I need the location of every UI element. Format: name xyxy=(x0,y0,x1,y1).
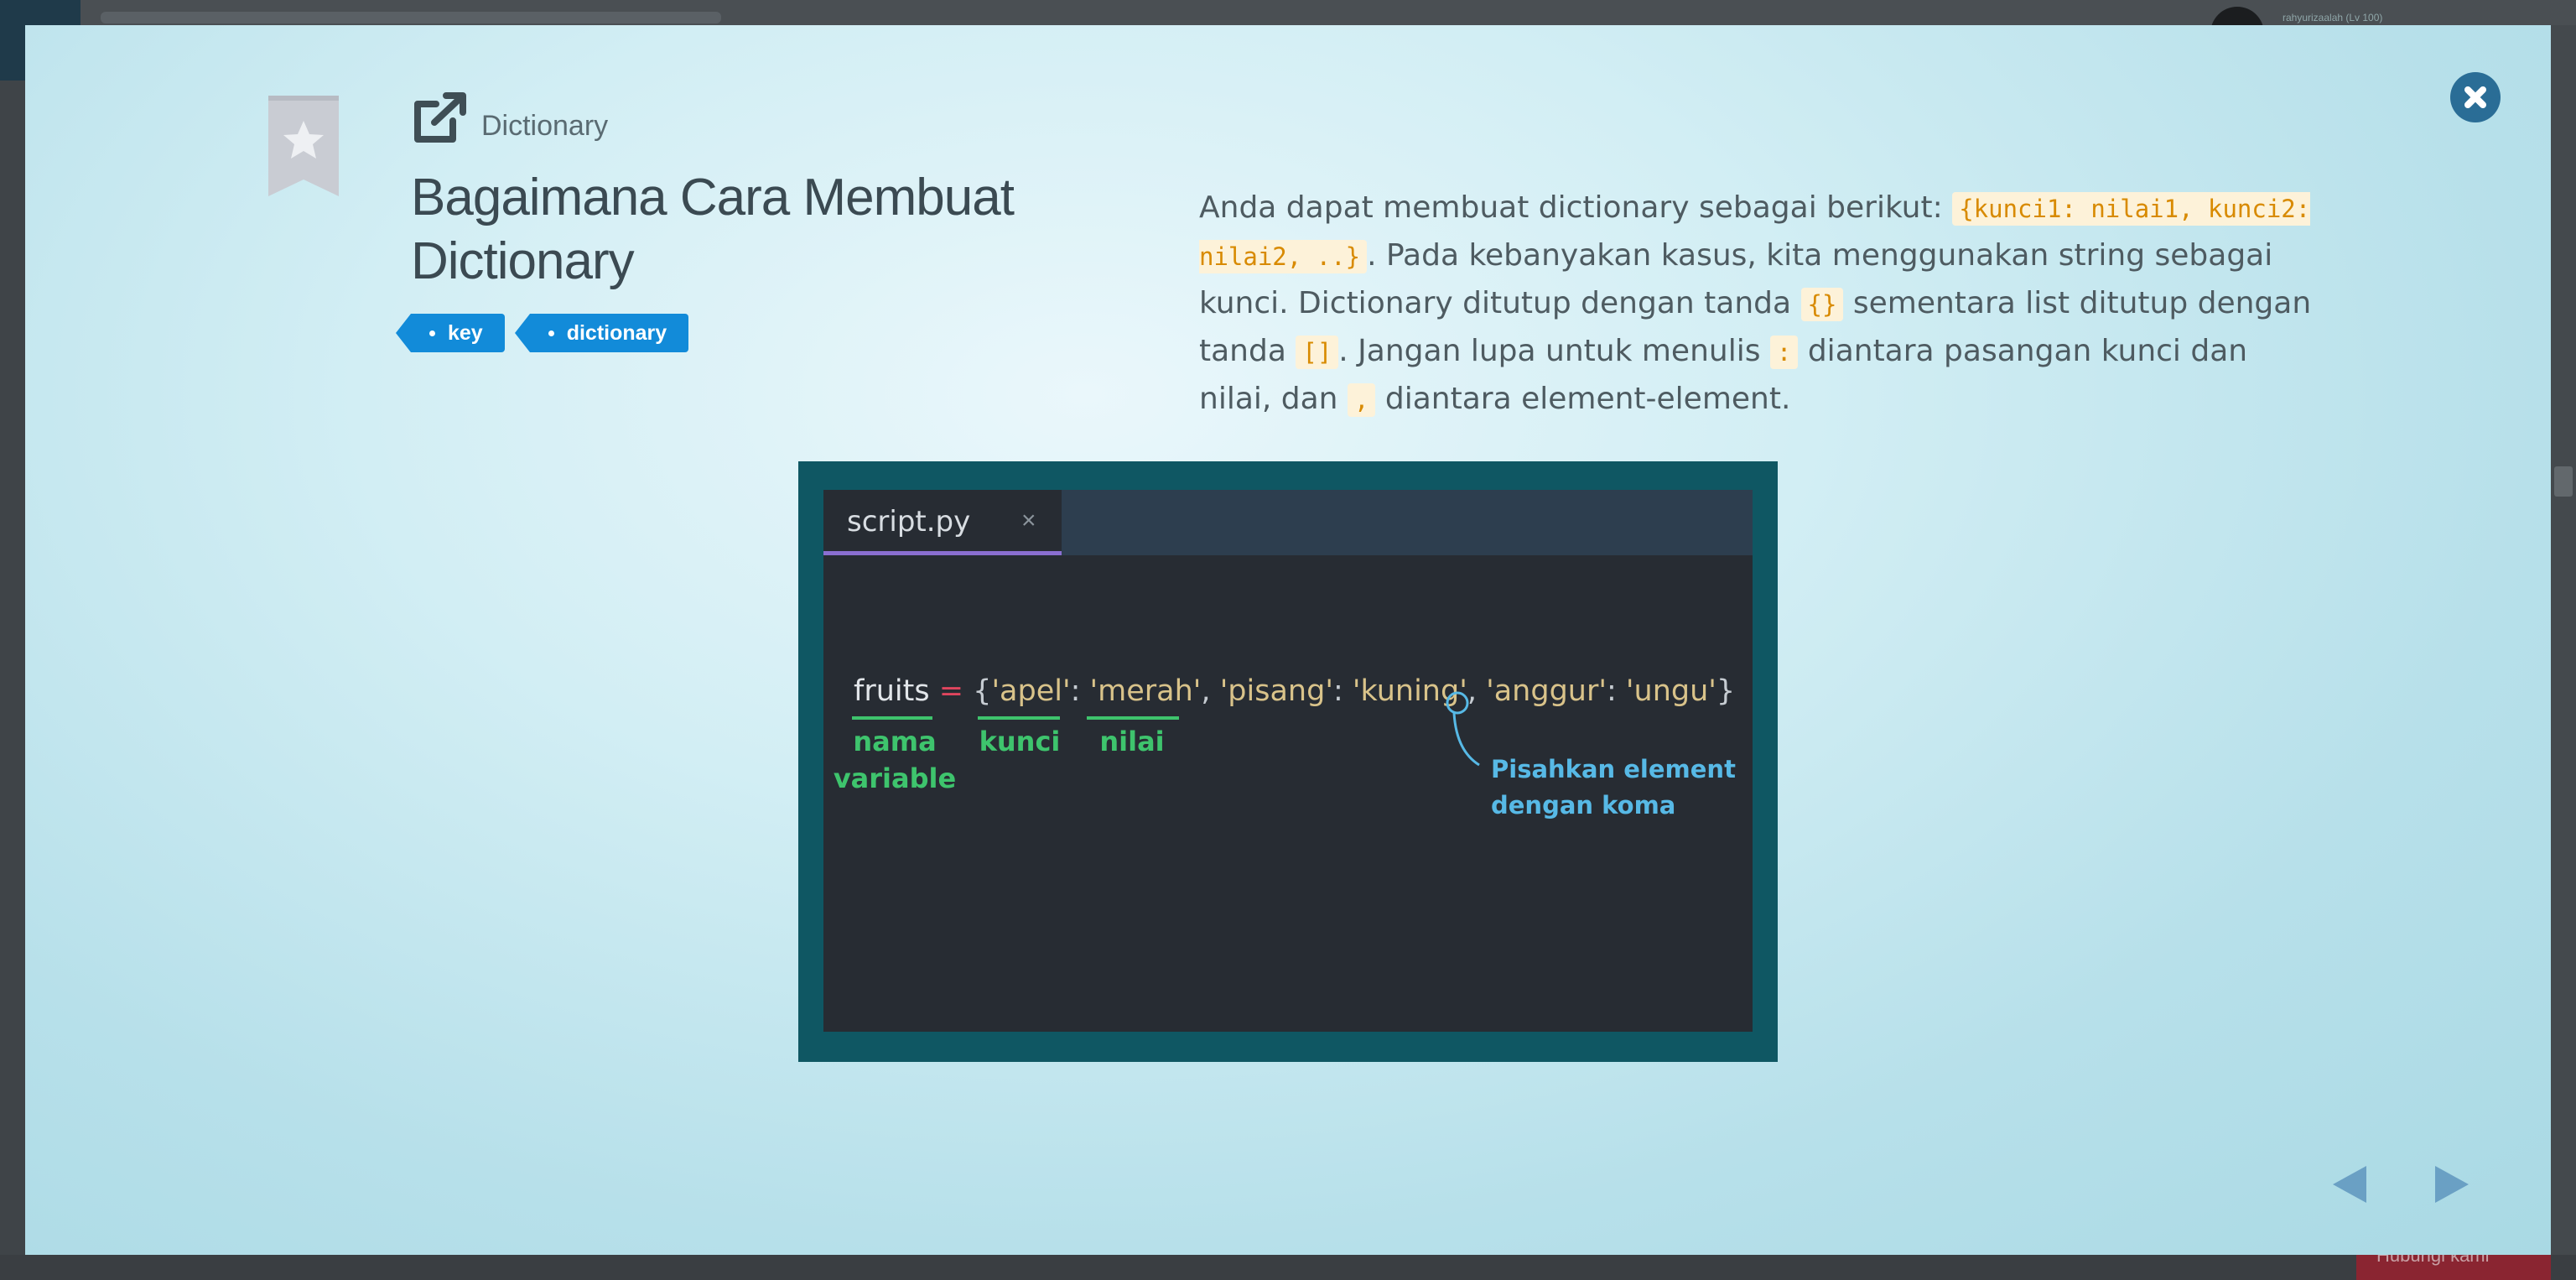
value-underline xyxy=(1087,716,1179,720)
comma-pointer xyxy=(1446,691,1480,767)
annotation-key: kunci xyxy=(979,726,1061,757)
code-key: 'anggur' xyxy=(1486,674,1607,708)
prev-arrow-icon xyxy=(2333,1166,2366,1203)
next-button[interactable] xyxy=(2428,1161,2475,1208)
code-colon: : xyxy=(1332,674,1353,708)
annotation-value: nilai xyxy=(1099,726,1165,757)
prev-button[interactable] xyxy=(2326,1161,2373,1208)
annotation-comma-line2: dengan koma xyxy=(1491,791,1676,820)
code-value: 'merah' xyxy=(1089,674,1202,708)
tag-key[interactable]: key xyxy=(396,314,505,352)
description-text: Anda dapat membuat dictionary sebagai be… xyxy=(1199,185,2323,424)
annotation-comma-line1: Pisahkan element xyxy=(1491,755,1736,783)
editor-tab-name: script.py xyxy=(847,505,971,539)
variable-underline xyxy=(852,716,932,720)
editor-window: script.py × fruits = {'apel': 'merah', '… xyxy=(823,490,1753,1032)
description-part: diantara element-element. xyxy=(1375,382,1791,416)
background-scrollbar xyxy=(2551,25,2576,1255)
code-snippet: {} xyxy=(1800,288,1844,321)
category-label: Dictionary xyxy=(481,110,609,142)
background-scroll-thumb xyxy=(2554,466,2573,497)
editor-tab-close-icon: × xyxy=(1021,507,1036,534)
code-snippet: : xyxy=(1769,336,1799,369)
annotation-variable: nama variable xyxy=(832,723,958,797)
bookmark-star-icon xyxy=(268,96,339,196)
editor-tabbar: script.py × xyxy=(823,490,1753,555)
close-button[interactable] xyxy=(2450,72,2501,122)
code-brace-close: } xyxy=(1716,674,1736,708)
tag-dictionary[interactable]: dictionary xyxy=(514,314,689,352)
lesson-modal: Dictionary Bagaimana Cara Membuat Dictio… xyxy=(25,25,2551,1255)
annotation-variable-line1: nama xyxy=(853,726,937,757)
bookmark-button[interactable] xyxy=(268,96,339,196)
background-search-bar xyxy=(101,12,721,23)
code-colon: : xyxy=(1606,674,1626,708)
annotation-variable-line2: variable xyxy=(833,762,957,794)
tag-label: dictionary xyxy=(566,320,667,345)
tag-dot xyxy=(429,330,435,336)
background-user-label: rahyurizaalah (Lv 100) xyxy=(2283,12,2383,23)
background-bottom-bar xyxy=(0,1255,2576,1280)
annotation-comma: Pisahkan element dengan koma xyxy=(1491,752,1736,824)
tag-list: key dictionary xyxy=(396,314,1098,352)
tag-dot xyxy=(548,330,554,336)
code-variable: fruits xyxy=(854,674,930,708)
close-icon xyxy=(2464,86,2486,108)
code-key: 'apel' xyxy=(991,674,1071,708)
code-key: 'pisang' xyxy=(1219,674,1333,708)
title-block: Dictionary Bagaimana Cara Membuat Dictio… xyxy=(396,89,1098,352)
key-underline xyxy=(978,716,1060,720)
code-snippet: [] xyxy=(1296,336,1339,369)
code-value: 'ungu' xyxy=(1625,674,1716,708)
next-arrow-icon xyxy=(2435,1166,2469,1203)
code-line: fruits = {'apel': 'merah', 'pisang': 'ku… xyxy=(854,674,1735,708)
code-brace-open: { xyxy=(973,674,992,708)
code-comma: , xyxy=(1201,674,1220,708)
editor-tab: script.py × xyxy=(823,490,1062,555)
code-operator: = xyxy=(929,674,974,708)
category-row: Dictionary xyxy=(411,89,1098,146)
page-title: Bagaimana Cara Membuat Dictionary xyxy=(411,169,1015,290)
description-part: . Jangan lupa untuk menulis xyxy=(1338,334,1770,368)
tag-label: key xyxy=(448,320,483,345)
code-example-image: script.py × fruits = {'apel': 'merah', '… xyxy=(798,461,1778,1062)
description-part: Anda dapat membuat dictionary sebagai be… xyxy=(1199,190,1953,225)
external-link-icon[interactable] xyxy=(411,89,471,146)
code-colon: : xyxy=(1070,674,1090,708)
code-snippet: , xyxy=(1347,383,1376,417)
